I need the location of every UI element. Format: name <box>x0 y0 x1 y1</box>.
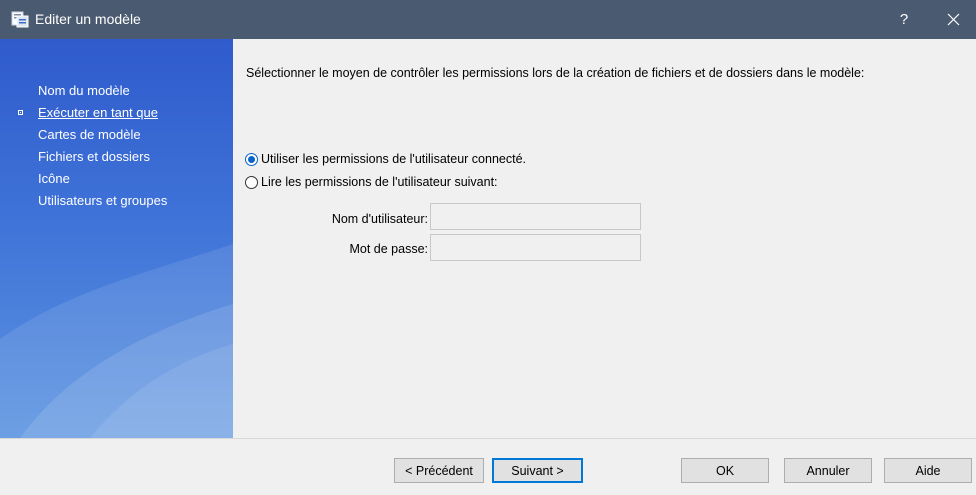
previous-button[interactable]: < Précédent <box>394 458 484 483</box>
help-action-button[interactable]: Aide <box>884 458 972 483</box>
radio-label: Utiliser les permissions de l'utilisateu… <box>261 152 526 166</box>
template-icon <box>11 11 29 28</box>
sidebar-item-cartes-de-modele[interactable]: Cartes de modèle <box>0 124 233 146</box>
sidebar-item-executer-en-tant-que[interactable]: Exécuter en tant que <box>0 102 233 124</box>
instruction-text: Sélectionner le moyen de contrôler les p… <box>246 66 865 80</box>
sidebar-steps: Nom du modèle Exécuter en tant que Carte… <box>0 80 233 212</box>
username-field[interactable] <box>430 203 641 230</box>
radio-button-unchecked[interactable] <box>245 175 258 189</box>
title-bar: Editer un modèle ? <box>0 0 976 39</box>
username-label: Nom d'utilisateur: <box>331 212 428 226</box>
radio-button-checked[interactable] <box>245 152 258 166</box>
sidebar-item-nom-du-modele[interactable]: Nom du modèle <box>0 80 233 102</box>
button-bar-divider <box>0 438 976 439</box>
password-field[interactable] <box>430 234 641 261</box>
cancel-button[interactable]: Annuler <box>784 458 872 483</box>
sidebar-item-label: Icône <box>38 171 70 186</box>
sidebar-item-label: Cartes de modèle <box>38 127 141 142</box>
current-step-icon <box>18 110 23 115</box>
sidebar-item-utilisateurs-et-groupes[interactable]: Utilisateurs et groupes <box>0 190 233 212</box>
sidebar-item-fichiers-et-dossiers[interactable]: Fichiers et dossiers <box>0 146 233 168</box>
radio-label: Lire les permissions de l'utilisateur su… <box>261 175 498 189</box>
sidebar-item-label: Fichiers et dossiers <box>38 149 150 164</box>
window-title: Editer un modèle <box>35 11 141 27</box>
help-button[interactable]: ? <box>884 0 924 39</box>
sidebar-item-icone[interactable]: Icône <box>0 168 233 190</box>
wizard-sidebar: Nom du modèle Exécuter en tant que Carte… <box>0 39 233 438</box>
sidebar-item-label: Utilisateurs et groupes <box>38 193 168 208</box>
radio-use-connected-user[interactable]: Utiliser les permissions de l'utilisateu… <box>245 150 526 168</box>
sidebar-item-label: Exécuter en tant que <box>38 105 158 120</box>
radio-read-user-permissions[interactable]: Lire les permissions de l'utilisateur su… <box>245 173 498 191</box>
password-label: Mot de passe: <box>349 242 428 256</box>
next-button[interactable]: Suivant > <box>492 458 583 483</box>
wizard-content: Sélectionner le moyen de contrôler les p… <box>233 39 976 438</box>
close-icon[interactable] <box>930 0 976 39</box>
ok-button[interactable]: OK <box>681 458 769 483</box>
sidebar-item-label: Nom du modèle <box>38 83 130 98</box>
